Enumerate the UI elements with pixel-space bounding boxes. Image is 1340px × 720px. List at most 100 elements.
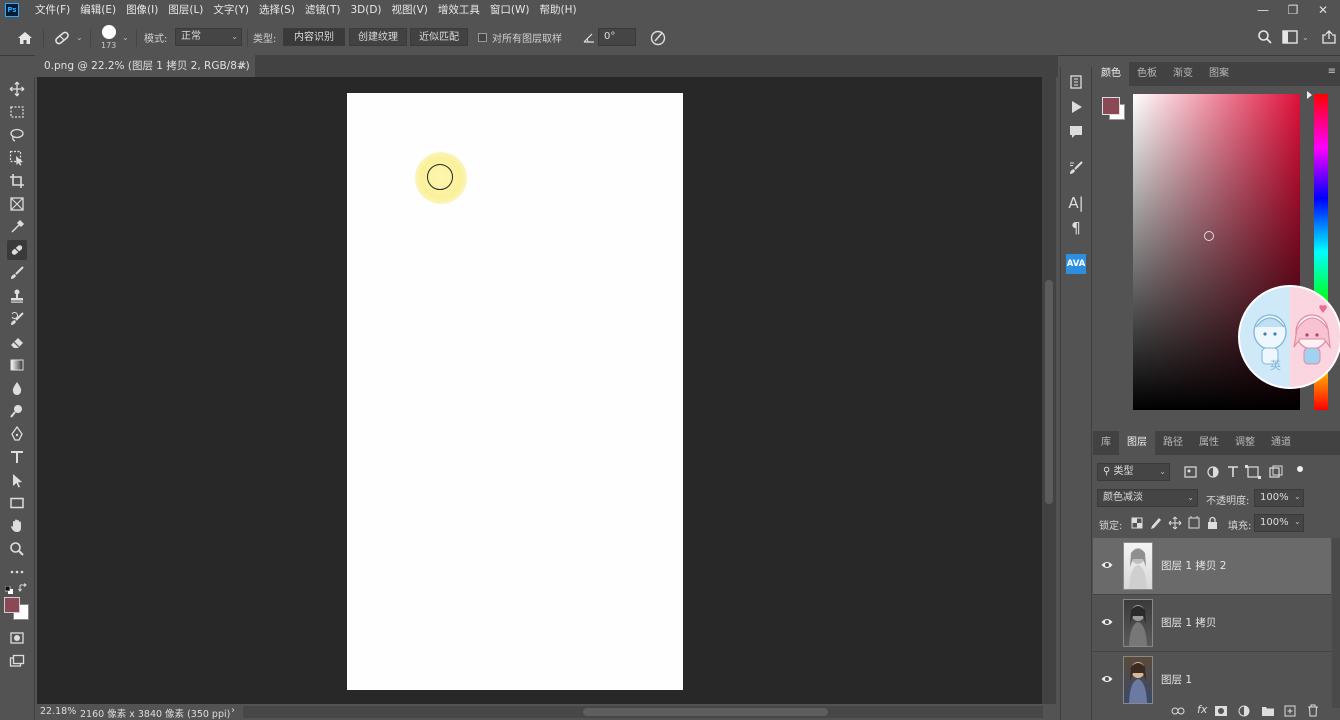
brush-tip-icon[interactable] [102,25,116,39]
status-menu-arrow[interactable]: › [231,705,235,716]
layer-name[interactable]: 图层 1 [1161,672,1192,687]
menu-view[interactable]: 视图(V) [387,0,433,20]
layer-name[interactable]: 图层 1 拷贝 [1161,615,1216,630]
brush-tool-icon[interactable] [7,263,27,283]
menu-select[interactable]: 选择(S) [254,0,300,20]
color-picker-handle[interactable] [1204,231,1214,241]
lock-options-icons[interactable] [1131,516,1221,530]
layer-row[interactable]: 图层 1 拷贝 [1093,595,1331,652]
link-layers-icon[interactable] [1171,705,1185,717]
ava-plugin-icon[interactable]: AVA [1066,254,1086,274]
healing-brush-tool-icon[interactable] [7,240,27,260]
menu-window[interactable]: 窗口(W) [485,0,535,20]
menu-filter[interactable]: 滤镜(T) [300,0,346,20]
workspace-chevron-icon[interactable]: ⌄ [1302,33,1309,42]
menu-type[interactable]: 文字(Y) [208,0,254,20]
zoom-tool-icon[interactable] [7,539,27,559]
document-info[interactable]: 2160 像素 x 3840 像素 (350 ppi) [80,706,230,720]
comments-icon[interactable] [1066,122,1086,142]
menu-image[interactable]: 图像(I) [121,0,163,20]
document-tab[interactable]: 0.png @ 22.2% (图层 1 拷贝 2, RGB/8#) * × [35,55,255,94]
horizontal-scroll-thumb[interactable] [583,708,828,716]
type-tool-icon[interactable] [7,447,27,467]
opacity-chevron-icon[interactable]: ⌄ [1294,492,1301,501]
share-icon[interactable] [1321,30,1337,44]
pen-tool-icon[interactable] [7,424,27,444]
character-panel-icon[interactable]: A| [1066,193,1086,213]
clone-stamp-tool-icon[interactable] [7,286,27,306]
menu-3d[interactable]: 3D(D) [345,0,386,20]
menu-plugins[interactable]: 增效工具 [433,0,485,20]
history-panel-icon[interactable] [1066,72,1086,92]
tab-channels[interactable]: 通道 [1263,431,1299,455]
swap-colors-icon[interactable] [18,583,28,593]
close-tab-icon[interactable]: × [238,55,247,77]
gradient-tool-icon[interactable] [7,355,27,375]
pressure-size-icon[interactable] [649,29,667,47]
sample-all-layers-checkbox[interactable] [478,33,487,42]
zoom-level[interactable]: 22.18% [40,706,76,717]
layer-name[interactable]: 图层 1 拷贝 2 [1161,558,1226,573]
tab-gradients[interactable]: 渐变 [1165,62,1201,86]
eraser-tool-icon[interactable] [7,332,27,352]
menu-edit[interactable]: 编辑(E) [75,0,121,20]
tab-layers[interactable]: 图层 [1119,431,1155,455]
more-tools-icon[interactable] [7,562,27,582]
visibility-eye-icon[interactable] [1101,559,1113,571]
tab-properties[interactable]: 属性 [1191,431,1227,455]
lasso-tool-icon[interactable] [7,125,27,145]
foreground-color-swatch[interactable] [4,597,20,613]
crop-tool-icon[interactable] [7,171,27,191]
rectangle-tool-icon[interactable] [7,493,27,513]
delete-layer-icon[interactable] [1307,704,1319,717]
path-selection-tool-icon[interactable] [7,470,27,490]
vertical-scroll-thumb[interactable] [1045,280,1053,504]
fill-chevron-icon[interactable]: ⌄ [1294,517,1301,526]
hand-tool-icon[interactable] [7,516,27,536]
brush-picker-chevron-icon[interactable]: ⌄ [122,33,129,42]
screen-mode-icon[interactable] [7,651,27,671]
angle-input[interactable]: 0° [598,28,636,46]
vertical-scrollbar[interactable] [1042,77,1056,704]
hue-slider-marker[interactable] [1307,91,1312,99]
minimize-button[interactable]: — [1248,0,1278,20]
menu-help[interactable]: 帮助(H) [535,0,582,20]
layer-row[interactable]: 图层 1 拷贝 2 [1093,538,1331,595]
visibility-eye-icon[interactable] [1101,673,1113,685]
default-colors-icon[interactable] [4,584,13,594]
adjustment-layer-icon[interactable] [1238,705,1250,717]
floating-avatar-sticker[interactable]: 英 [1238,285,1340,389]
tab-adjustments[interactable]: 调整 [1227,431,1263,455]
horizontal-scrollbar[interactable] [243,706,1043,718]
proximity-match-button[interactable]: 近似匹配 [410,28,468,46]
dodge-tool-icon[interactable] [7,401,27,421]
add-mask-icon[interactable] [1214,705,1228,717]
move-tool-icon[interactable] [7,79,27,99]
actions-play-icon[interactable] [1066,97,1086,117]
frame-tool-icon[interactable] [7,194,27,214]
maximize-button[interactable]: ❐ [1278,0,1308,20]
canvas-area[interactable] [37,77,1042,704]
home-icon[interactable] [16,29,34,47]
layers-scrollbar[interactable] [1332,538,1340,708]
mode-select[interactable]: 正常 ⌄ [175,28,242,46]
eyedropper-tool-icon[interactable] [7,217,27,237]
tab-patterns[interactable]: 图案 [1201,62,1237,86]
blend-mode-select[interactable]: 颜色减淡 ⌄ [1097,489,1198,507]
color-panel-foreground-swatch[interactable] [1102,97,1120,115]
marquee-tool-icon[interactable] [7,102,27,122]
layer-style-fx-button[interactable]: fx [1197,703,1207,716]
brush-settings-icon[interactable] [1066,158,1086,178]
paragraph-panel-icon[interactable]: ¶ [1066,218,1086,238]
search-icon[interactable] [1257,29,1273,45]
menu-file[interactable]: 文件(F) [30,0,75,20]
preset-chevron-down-icon[interactable]: ⌄ [76,33,83,42]
tab-swatches[interactable]: 色板 [1129,62,1165,86]
healing-brush-tool-preset-icon[interactable] [52,28,72,48]
document-canvas[interactable] [347,93,683,690]
history-brush-tool-icon[interactable] [7,309,27,329]
visibility-eye-icon[interactable] [1101,616,1113,628]
content-aware-button[interactable]: 内容识别 [283,28,345,46]
layer-filter-select[interactable]: ⚲ 类型 ⌄ [1097,463,1170,481]
new-group-icon[interactable] [1261,705,1275,717]
